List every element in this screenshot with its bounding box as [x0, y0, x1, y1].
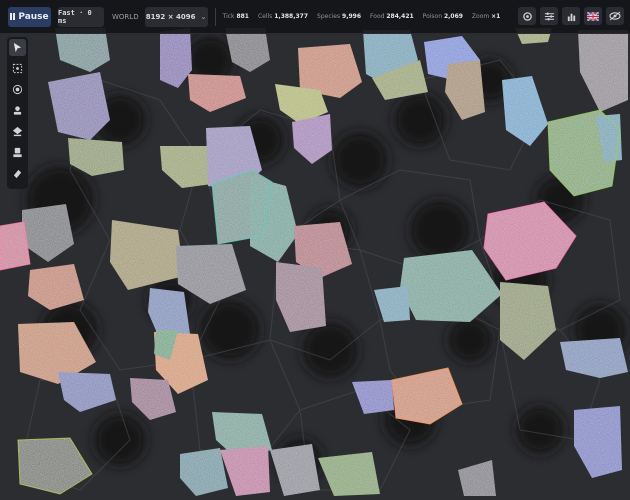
pause-button[interactable]: Pause [8, 6, 51, 27]
sliders-icon[interactable] [540, 7, 558, 25]
pause-icon [10, 13, 16, 20]
eraser-tool[interactable] [9, 165, 26, 182]
pause-label: Pause [18, 11, 49, 22]
settings-icon[interactable] [518, 7, 536, 25]
divider [214, 7, 216, 26]
top-bar: Pause Fast · 0 ms WORLD 8192 × 4096 ⌄ Ti… [0, 0, 630, 34]
eraser-stack-tool[interactable] [9, 123, 26, 140]
speed-select[interactable]: Fast · 0 ms [58, 6, 104, 27]
world-canvas[interactable] [0, 0, 630, 500]
left-toolbar [7, 37, 28, 189]
speed-value: Fast · 0 ms [58, 8, 92, 25]
eraser-icon [13, 169, 22, 179]
stat-poison: Poison 2,069 [422, 13, 463, 20]
eraser-stack-icon [12, 126, 23, 137]
camera-icon [12, 84, 23, 95]
eye-icon[interactable] [606, 7, 624, 25]
select-region-tool[interactable] [9, 60, 26, 77]
stamp-tool-icon [13, 147, 22, 158]
pointer-tool-icon [13, 42, 22, 53]
select-region-icon [12, 63, 23, 74]
world-label: WORLD [112, 12, 139, 21]
stat-zoom: Zoom ×1 [471, 13, 501, 20]
bar-chart-icon[interactable] [562, 7, 580, 25]
stat-food: Food 284,421 [370, 13, 414, 20]
stamp-tool[interactable] [9, 144, 26, 161]
stat-species: Species 9,996 [317, 13, 362, 20]
spawn-tool-icon [13, 106, 22, 115]
top-right-icons [518, 7, 624, 25]
camera-tool[interactable] [9, 81, 26, 98]
pointer-tool[interactable] [9, 39, 26, 56]
world-size-select[interactable]: 8192 × 4096 ⌄ [144, 6, 208, 27]
stat-tick: Tick 881 [222, 13, 249, 20]
world-size-value: 8192 × 4096 [145, 12, 196, 21]
spawn-tool[interactable] [9, 102, 26, 119]
stats-bar: Tick 881 Cells 1,388,377 Species 9,996 F… [223, 13, 501, 20]
uk-flag-icon[interactable] [584, 7, 602, 25]
chevron-down-icon: ⌄ [200, 12, 207, 21]
stat-cells: Cells 1,388,377 [257, 13, 309, 20]
